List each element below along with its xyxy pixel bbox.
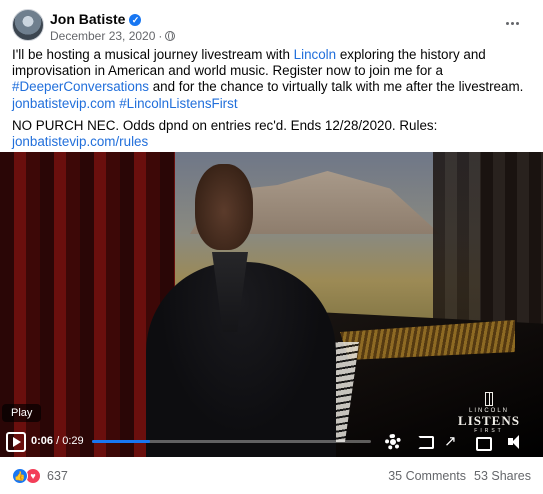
more-options-button[interactable] xyxy=(499,13,525,33)
cast-icon[interactable] xyxy=(418,436,434,449)
comments-count-link[interactable]: 35 Comments xyxy=(388,469,466,483)
lincoln-emblem-icon xyxy=(485,392,493,406)
avatar[interactable] xyxy=(12,9,44,41)
more-options-icon xyxy=(505,21,509,25)
play-button[interactable] xyxy=(6,432,26,452)
post-header: Jon Batiste ✓ December 23, 2020 · xyxy=(12,9,531,43)
verified-badge-icon: ✓ xyxy=(129,14,142,26)
post-text: I'll be hosting a musical journey livest… xyxy=(12,47,532,156)
gear-icon[interactable] xyxy=(385,434,401,450)
lincoln-page-link[interactable]: Lincoln xyxy=(294,47,336,62)
hashtag-lincoln-listens-first[interactable]: #LincolnListensFirst xyxy=(119,96,237,111)
site-link[interactable]: jonbatistevip.com xyxy=(12,96,115,111)
post-date[interactable]: December 23, 2020 xyxy=(50,29,155,43)
post-paragraph-2: NO PURCH NEC. Odds dpnd on entries rec'd… xyxy=(12,117,438,150)
volume-icon[interactable] xyxy=(508,434,524,450)
progress-fill xyxy=(92,440,150,443)
globe-icon[interactable] xyxy=(165,31,176,41)
post-meta: December 23, 2020 · xyxy=(50,29,176,43)
rules-link[interactable]: jonbatistevip.com/rules xyxy=(12,134,148,149)
like-icon: 👍 xyxy=(12,468,28,484)
video-player[interactable]: LINCOLN LISTENS FIRST Play 0:06 / 0:29 xyxy=(0,152,543,457)
author-name[interactable]: Jon Batiste xyxy=(50,11,125,27)
progress-bar[interactable] xyxy=(92,440,371,443)
expand-icon[interactable] xyxy=(444,432,460,450)
watermark-title: LISTENS xyxy=(458,413,520,428)
video-frame-person-head xyxy=(195,164,253,250)
mini-player-icon[interactable] xyxy=(474,434,492,451)
post-footer: 👍 ♥ 637 35 Comments 53 Shares xyxy=(12,466,531,486)
hashtag-deeper-conversations[interactable]: #DeeperConversations xyxy=(12,79,149,94)
meta-separator: · xyxy=(158,29,163,43)
author-name-link[interactable]: Jon Batiste ✓ xyxy=(50,11,142,27)
post-stats: 35 Comments 53 Shares xyxy=(388,469,531,483)
reactions-summary[interactable]: 👍 ♥ 637 xyxy=(12,468,68,484)
time-display: 0:06 / 0:29 xyxy=(31,435,84,447)
post-paragraph-1: I'll be hosting a musical journey livest… xyxy=(12,47,524,111)
video-controls: 0:06 / 0:29 xyxy=(0,428,543,457)
total-time: 0:29 xyxy=(62,435,84,447)
reaction-count: 637 xyxy=(47,469,68,483)
shares-count-link[interactable]: 53 Shares xyxy=(474,469,531,483)
play-tooltip: Play xyxy=(2,404,42,422)
current-time: 0:06 xyxy=(31,435,54,447)
